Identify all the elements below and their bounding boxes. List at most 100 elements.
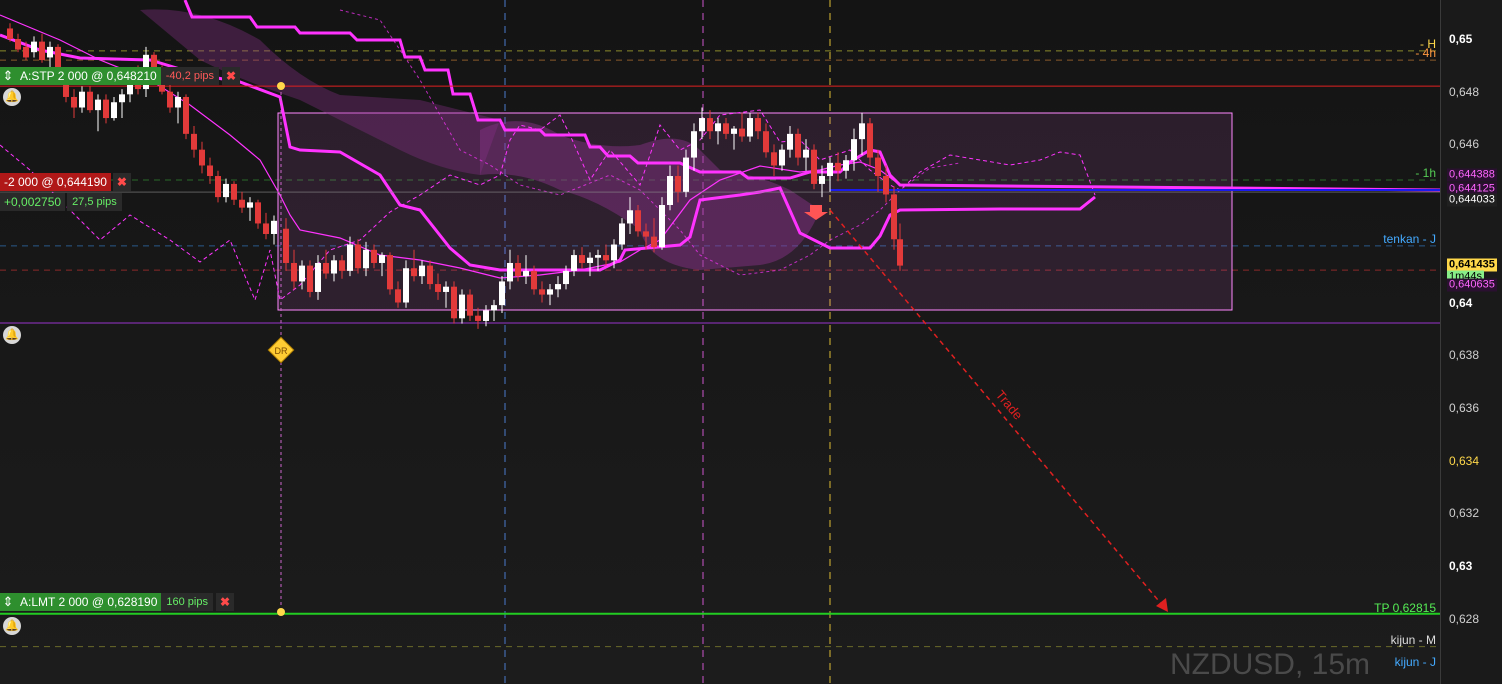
limit-order-label: A:LMT 2 000 @ 0,628190: [16, 593, 162, 611]
bear-candle: [451, 281, 457, 324]
candle-body: [851, 139, 857, 161]
candle-body: [883, 176, 889, 195]
candle-body: [435, 284, 441, 292]
candle-body: [819, 176, 825, 184]
candle-body: [715, 123, 721, 132]
bear-candle: [71, 89, 77, 119]
candle-body: [555, 284, 561, 290]
price-tick-label: 0,636: [1449, 400, 1480, 415]
candle-body: [283, 228, 289, 263]
candle-body: [491, 305, 497, 311]
bear-candle: [199, 141, 205, 174]
bell-icon[interactable]: 🔔: [3, 326, 21, 344]
candle-body: [707, 118, 713, 132]
close-icon[interactable]: ✖: [222, 67, 241, 85]
candle-body: [231, 183, 237, 200]
level-label: TP 0,62815: [1374, 600, 1436, 615]
candle-body: [167, 91, 173, 108]
candle-body: [255, 202, 261, 224]
candle-body: [539, 289, 545, 295]
bear-candle: [263, 212, 269, 240]
candle-body: [875, 157, 881, 177]
bear-candle: [103, 94, 109, 124]
price-axis[interactable]: 0,65 0,648 0,646 0,64 0,638 0,636 0,634 0,632 0,…: [1440, 0, 1502, 684]
position-ticket[interactable]: -2 000 @ 0,644190 ✖: [0, 173, 131, 191]
candle-body: [627, 210, 633, 224]
candle-body: [175, 96, 181, 108]
bear-candle: [39, 33, 45, 63]
candle-body: [331, 260, 337, 274]
candle-body: [523, 270, 529, 277]
candle-body: [467, 294, 473, 316]
bear-candle: [387, 252, 393, 295]
candle-body: [827, 162, 833, 177]
level-label: kijun - J: [1394, 654, 1436, 669]
candle-body: [111, 102, 117, 119]
candle-body: [71, 96, 77, 108]
candle-body: [271, 220, 277, 234]
bull-candle: [95, 94, 101, 132]
candle-body: [103, 99, 109, 119]
candle-body: [371, 249, 377, 263]
candle-body: [547, 289, 553, 295]
candle-body: [395, 289, 401, 303]
bull-candle: [79, 86, 85, 113]
dr-marker-label: DR: [275, 346, 288, 356]
candle-body: [747, 118, 753, 137]
candle-body: [87, 91, 93, 111]
candle-body: [579, 255, 585, 263]
stop-order-ticket[interactable]: ⇕ A:STP 2 000 @ 0,648210 -40,2 pips ✖: [0, 67, 241, 85]
price-tick-label: 0,64: [1449, 295, 1473, 310]
trade-arrow-head: [1156, 598, 1168, 612]
candle-body: [15, 39, 21, 50]
bell-icon[interactable]: 🔔: [3, 88, 21, 106]
candle-body: [811, 149, 817, 184]
candle-body: [419, 265, 425, 277]
chart-area[interactable]: DR Trade ⇕ A:STP 2 000 @ 0,648210 -40,2 p…: [0, 0, 1440, 684]
candle-body: [451, 286, 457, 319]
candle-body: [619, 223, 625, 245]
candle-body: [755, 118, 761, 132]
close-icon[interactable]: ✖: [215, 593, 234, 611]
candle-body: [787, 133, 793, 150]
limit-order-ticket[interactable]: ⇕ A:LMT 2 000 @ 0,628190 160 pips ✖: [0, 593, 234, 611]
candlestick-chart[interactable]: DR Trade: [0, 0, 1440, 684]
candle-body: [207, 165, 213, 177]
candle-body: [215, 176, 221, 198]
candle-body: [763, 131, 769, 153]
candle-body: [299, 265, 305, 282]
candle-body: [659, 205, 665, 248]
candle-body: [347, 244, 353, 271]
close-icon[interactable]: ✖: [112, 173, 131, 191]
candle-body: [191, 133, 197, 150]
bear-candle: [239, 191, 245, 213]
stop-order-label: A:STP 2 000 @ 0,648210: [16, 67, 161, 85]
candle-body: [779, 149, 785, 166]
candle-body: [651, 236, 657, 248]
bear-candle: [215, 170, 221, 203]
candle-body: [39, 41, 45, 61]
candle-body: [683, 157, 689, 192]
limit-order-pips: 160 pips: [161, 593, 213, 611]
price-tick-label: 0,646: [1449, 137, 1480, 152]
bull-candle: [111, 96, 117, 121]
bull-candle: [247, 197, 253, 221]
position-pnl: +0,002750 27,5 pips: [0, 193, 122, 211]
candle-body: [507, 262, 513, 282]
bear-candle: [183, 94, 189, 140]
price-axis-tag: 0,640635: [1447, 278, 1497, 292]
bell-icon[interactable]: 🔔: [3, 617, 21, 635]
candle-body: [667, 176, 673, 206]
candle-body: [739, 128, 745, 137]
updown-arrow-icon[interactable]: ⇕: [0, 67, 16, 85]
candle-body: [675, 176, 681, 192]
bull-candle: [659, 197, 665, 250]
bear-candle: [307, 260, 313, 298]
updown-arrow-icon[interactable]: ⇕: [0, 593, 16, 611]
level-label: - 4h: [1415, 46, 1436, 61]
candle-body: [239, 199, 245, 208]
candle-body: [843, 160, 849, 171]
price-axis-tag: 0,641435: [1447, 258, 1497, 272]
candle-body: [475, 315, 481, 321]
candle-body: [483, 310, 489, 321]
